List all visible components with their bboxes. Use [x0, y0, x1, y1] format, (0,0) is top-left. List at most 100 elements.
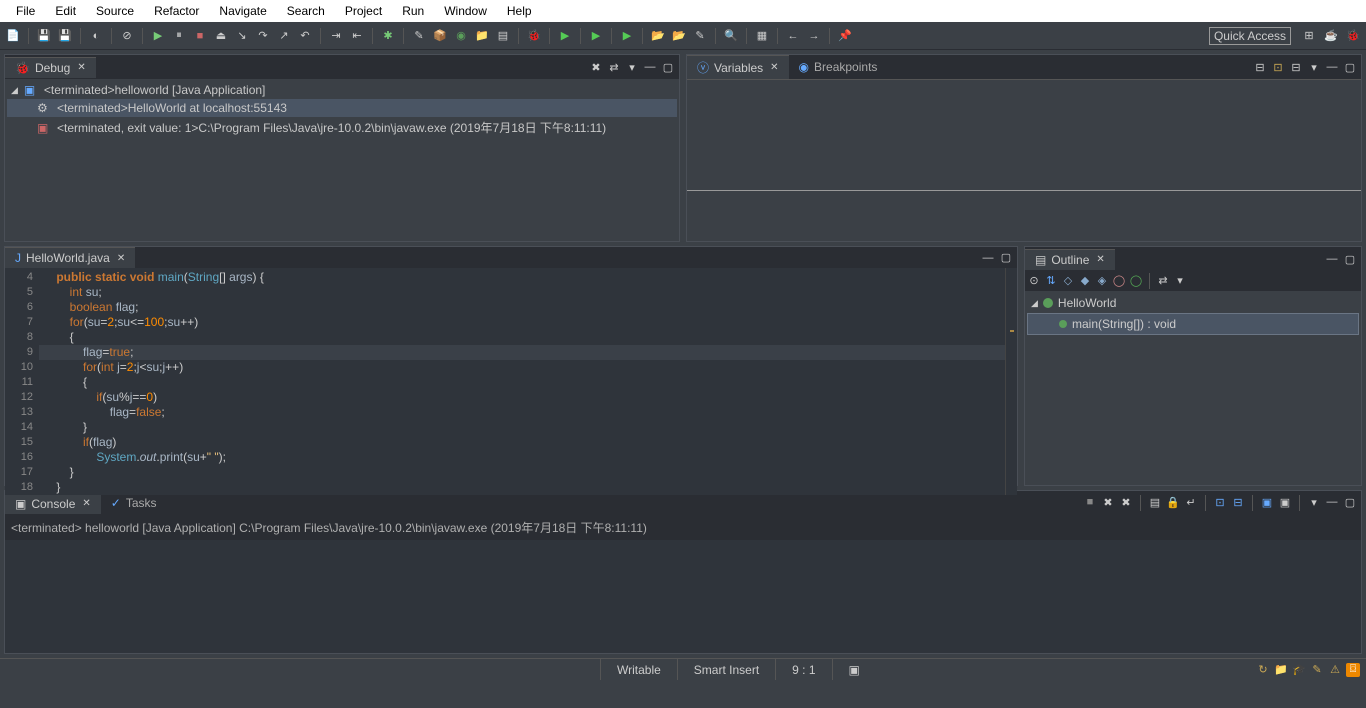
console-body[interactable]	[5, 540, 1361, 653]
run-icon[interactable]: ▶	[556, 27, 574, 45]
coverage-icon[interactable]: ▶	[587, 27, 605, 45]
wand-icon[interactable]: ✎	[410, 27, 428, 45]
pause-icon[interactable]: ⏸	[170, 27, 188, 45]
new-class-icon[interactable]: ✱	[379, 27, 397, 45]
java-perspective-icon[interactable]: ☕	[1322, 27, 1340, 45]
debug-tab[interactable]: 🐞 Debug ✕	[5, 57, 96, 78]
toggle-breadcrumb-icon[interactable]: ◐	[87, 27, 105, 45]
focus-icon[interactable]: ⊙	[1027, 273, 1041, 287]
link-editor-icon[interactable]: ⇄	[1156, 273, 1170, 287]
menu-project[interactable]: Project	[335, 2, 392, 20]
menu-file[interactable]: File	[6, 2, 45, 20]
save-icon[interactable]: 💾	[35, 27, 53, 45]
step-into-icon[interactable]: ↘	[233, 27, 251, 45]
skip-breakpoints-icon[interactable]: ⊘	[118, 27, 136, 45]
editor-tab[interactable]: J HelloWorld.java ✕	[5, 247, 135, 268]
scroll-lock-icon[interactable]: 🔒	[1166, 495, 1180, 509]
save-all-icon[interactable]: 💾	[56, 27, 74, 45]
outline-tab[interactable]: ▤ Outline ✕	[1025, 249, 1115, 270]
drop-frame-icon[interactable]: ↶	[296, 27, 314, 45]
package-icon[interactable]: 📦	[431, 27, 449, 45]
rss-icon[interactable]: ⌼	[1346, 663, 1360, 677]
menu-window[interactable]: Window	[434, 2, 497, 20]
hat-icon[interactable]: 🎓	[1292, 663, 1306, 677]
menu-refactor[interactable]: Refactor	[144, 2, 209, 20]
collapse-icon[interactable]: ⊟	[1289, 60, 1303, 74]
hide-private-icon[interactable]: ◯	[1129, 273, 1143, 287]
sort-icon[interactable]: ⇅	[1044, 273, 1058, 287]
hide-fields-icon[interactable]: ◇	[1061, 273, 1075, 287]
clear-console-icon[interactable]: ▤	[1148, 495, 1162, 509]
menu-edit[interactable]: Edit	[45, 2, 86, 20]
view-menu-icon[interactable]: ▾	[1173, 273, 1187, 287]
disconnect-icon[interactable]: ⏏	[212, 27, 230, 45]
new-icon[interactable]: 📄	[4, 27, 22, 45]
maximize-icon[interactable]: ▢	[999, 251, 1013, 265]
editor-body[interactable]: 456789101112131415161718 public static v…	[5, 268, 1017, 495]
menu-run[interactable]: Run	[392, 2, 434, 20]
maximize-icon[interactable]: ▢	[1343, 60, 1357, 74]
status-selection-icon[interactable]: ▣	[832, 659, 876, 680]
warning-icon[interactable]: ⚠	[1328, 663, 1342, 677]
expand-icon[interactable]: ◢	[11, 85, 18, 96]
debug-perspective-icon[interactable]: 🐞	[1344, 27, 1362, 45]
menu-help[interactable]: Help	[497, 2, 542, 20]
minimize-icon[interactable]: —	[1325, 252, 1339, 266]
minimize-icon[interactable]: —	[643, 60, 657, 74]
tasks-tab[interactable]: ✓ Tasks	[101, 493, 167, 513]
external-tools-icon[interactable]: 📂	[649, 27, 667, 45]
step-filters-icon[interactable]: ⇥	[327, 27, 345, 45]
minimize-icon[interactable]: —	[1325, 60, 1339, 74]
minimize-icon[interactable]: —	[1325, 495, 1339, 509]
show-console-icon[interactable]: ▣	[1260, 495, 1274, 509]
terminate-console-icon[interactable]: ■	[1083, 495, 1097, 509]
outline-method[interactable]: main(String[]) : void	[1027, 313, 1359, 335]
open-console-icon[interactable]: ▣	[1278, 495, 1292, 509]
maximize-icon[interactable]: ▢	[661, 60, 675, 74]
close-icon[interactable]: ✕	[117, 253, 125, 264]
debug-tree-root[interactable]: ◢ ▣ <terminated>helloworld [Java Applica…	[7, 81, 677, 99]
open-type-icon[interactable]: 📂	[670, 27, 688, 45]
class-icon[interactable]: ◉	[452, 27, 470, 45]
view-menu-icon[interactable]: ▾	[1307, 60, 1321, 74]
step-return-icon[interactable]: ↗	[275, 27, 293, 45]
terminate-icon[interactable]: ■	[191, 27, 209, 45]
resume-icon[interactable]: ▶	[149, 27, 167, 45]
display-selected-icon[interactable]: ⊟	[1231, 495, 1245, 509]
edit-icon[interactable]: ✎	[691, 27, 709, 45]
remove-launch-icon[interactable]: ✖	[1101, 495, 1115, 509]
use-step-filters-icon[interactable]: ⇤	[348, 27, 366, 45]
variables-tab[interactable]: ⓥ Variables ✕	[687, 55, 789, 79]
maximize-icon[interactable]: ▢	[1343, 495, 1357, 509]
remove-terminated-icon[interactable]: ✖	[589, 60, 603, 74]
menu-search[interactable]: Search	[277, 2, 335, 20]
folder-icon[interactable]: 📁	[473, 27, 491, 45]
debug-tree-thread[interactable]: ⚙ <terminated>HelloWorld at localhost:55…	[7, 99, 677, 117]
word-wrap-icon[interactable]: ↵	[1184, 495, 1198, 509]
view-menu-icon[interactable]: ▾	[1307, 495, 1321, 509]
pin-icon[interactable]: 📌	[836, 27, 854, 45]
forward-icon[interactable]: →	[805, 27, 823, 45]
quick-access[interactable]: Quick Access	[1209, 27, 1291, 45]
pin-console-icon[interactable]: ⊡	[1213, 495, 1227, 509]
pencil-icon[interactable]: ✎	[1310, 663, 1324, 677]
back-icon[interactable]: ←	[784, 27, 802, 45]
debug-icon[interactable]: 🐞	[525, 27, 543, 45]
open-perspective-icon[interactable]: ⊞	[1300, 27, 1318, 45]
minimize-icon[interactable]: —	[981, 251, 995, 265]
code-area[interactable]: public static void main(String[] args) {…	[39, 268, 1005, 495]
console-tab[interactable]: ▣ Console ✕	[5, 493, 101, 514]
outline-class[interactable]: ◢ HelloWorld	[1027, 293, 1359, 313]
hide-static-icon[interactable]: ◆	[1078, 273, 1092, 287]
view-menu-icon[interactable]: ▾	[625, 60, 639, 74]
step-over-icon[interactable]: ↷	[254, 27, 272, 45]
hide-nonpublic-icon[interactable]: ◈	[1095, 273, 1109, 287]
properties-icon[interactable]: ▤	[494, 27, 512, 45]
link-icon[interactable]: ⇄	[607, 60, 621, 74]
hide-local-icon[interactable]: ◯	[1112, 273, 1126, 287]
overview-ruler[interactable]	[1005, 268, 1017, 495]
annotations-icon[interactable]: ▦	[753, 27, 771, 45]
maximize-icon[interactable]: ▢	[1343, 252, 1357, 266]
close-icon[interactable]: ✕	[77, 62, 85, 73]
remove-all-icon[interactable]: ✖	[1119, 495, 1133, 509]
